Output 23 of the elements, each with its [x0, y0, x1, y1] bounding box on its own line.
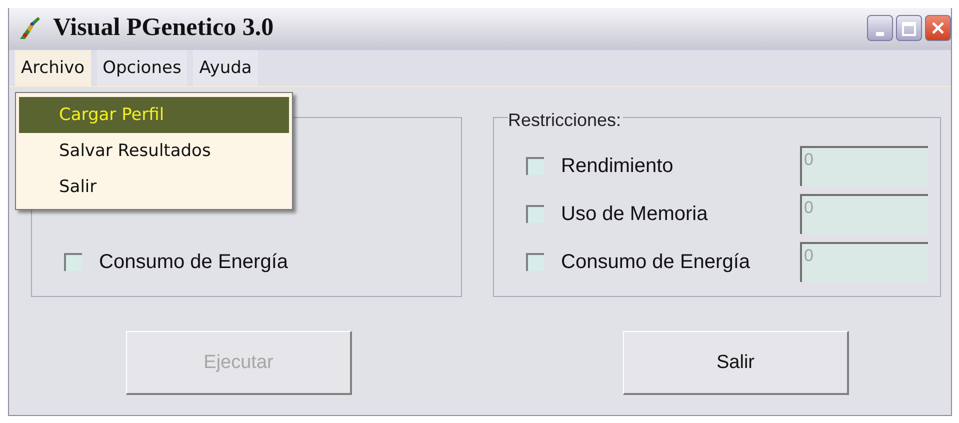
action-button[interactable]: Salir	[623, 331, 849, 395]
menu-option[interactable]: Cargar Perfil	[19, 97, 289, 133]
menu-option[interactable]: Salir	[19, 169, 289, 205]
maximize-icon	[902, 22, 916, 36]
checkbox[interactable]	[526, 253, 544, 271]
checkbox[interactable]	[526, 157, 544, 175]
checkbox[interactable]	[526, 205, 544, 223]
maximize-button[interactable]	[896, 15, 922, 41]
close-icon	[931, 21, 945, 35]
minimize-icon	[876, 32, 884, 36]
menu-item[interactable]: Ayuda	[193, 50, 258, 86]
checkbox-label: Rendimiento	[561, 154, 674, 178]
window-title: Visual PGenetico 3.0	[53, 14, 275, 42]
menu-item[interactable]: Archivo	[15, 50, 91, 86]
app-icon	[17, 15, 43, 41]
menu-option[interactable]: Salvar Resultados	[19, 133, 289, 169]
checkbox-label: Uso de Memoria	[561, 202, 709, 226]
minimize-button[interactable]	[867, 15, 893, 41]
menu-item[interactable]: Opciones	[96, 50, 188, 86]
close-button[interactable]	[925, 15, 951, 41]
checkbox-label: Consumo de Energía	[561, 250, 752, 274]
checkbox[interactable]	[64, 253, 82, 271]
checkbox-label: Consumo de Energía	[99, 250, 290, 274]
